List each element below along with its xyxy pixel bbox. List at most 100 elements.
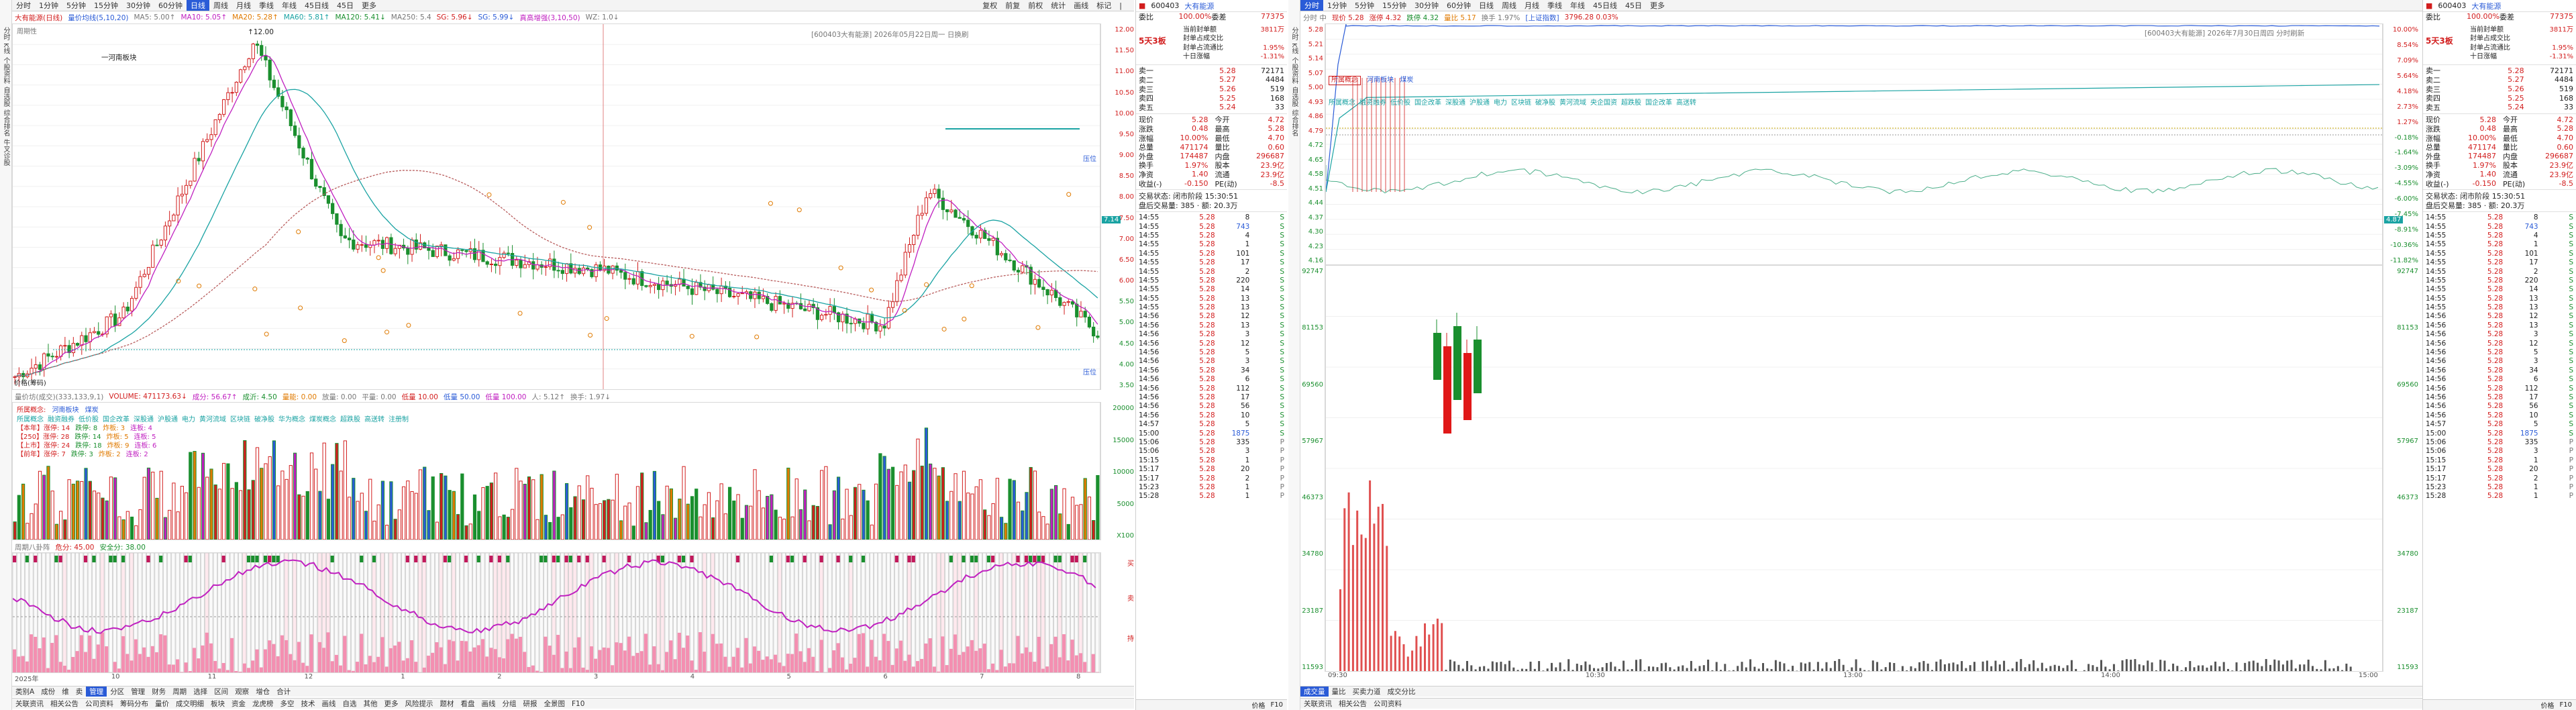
right-bottom-tab-3[interactable]: 成交分比 — [1384, 687, 1419, 697]
left-period-tab-9[interactable]: 季线 — [255, 0, 278, 11]
right-period-tab-10[interactable]: 年线 — [1566, 0, 1589, 11]
right-period-tab-9[interactable]: 季线 — [1543, 0, 1566, 11]
left-toolbar-btn-5[interactable]: 标记 — [1092, 0, 1115, 11]
left-period-tab-7[interactable]: 周线 — [209, 0, 232, 11]
left-bottom-tab-6[interactable]: 管理 — [127, 687, 148, 697]
side-tab-10[interactable]: 自选股 — [1289, 87, 1299, 107]
left-bottom-tab-12[interactable]: 增仓 — [252, 687, 273, 697]
left-bottom2-tab-7[interactable]: 资金 — [228, 699, 249, 709]
right-period-tab-11[interactable]: 45日线 — [1589, 0, 1621, 11]
right-bottom-tab-1[interactable]: 量比 — [1329, 687, 1349, 697]
right-period-tab-12[interactable]: 45日 — [1621, 0, 1646, 11]
left-toolbar-btn-1[interactable]: 前复 — [1001, 0, 1024, 11]
left-bottom2-tab-15[interactable]: 风险提示 — [402, 699, 437, 709]
left-bottom-tab-5[interactable]: 分区 — [107, 687, 127, 697]
left-period-tab-12[interactable]: 45日 — [333, 0, 358, 11]
left-bottom-tab-7[interactable]: 财务 — [148, 687, 169, 697]
left-bottom-tab-10[interactable]: 区间 — [211, 687, 231, 697]
quote-footer-btn[interactable]: F10 — [1271, 701, 1283, 709]
left-period-tab-2[interactable]: 5分钟 — [62, 0, 90, 11]
left-bottom2-tab-20[interactable]: 研报 — [520, 699, 541, 709]
left-bottom-tab-9[interactable]: 选择 — [190, 687, 211, 697]
left-bottom2-tab-6[interactable]: 板块 — [207, 699, 228, 709]
left-bottom2-tab-13[interactable]: 其他 — [360, 699, 381, 709]
right-period-tab-0[interactable]: 分时 — [1300, 0, 1323, 11]
left-period-tab-0[interactable]: 分时 — [12, 0, 35, 11]
side-tab-6[interactable]: 牛叉诊股 — [1, 139, 11, 166]
right-bottom-tab-0[interactable]: 成交量 — [1300, 687, 1329, 697]
quote-footer-btn[interactable]: 价格 — [1252, 700, 1266, 710]
right-period-tab-3[interactable]: 15分钟 — [1378, 0, 1410, 11]
left-bottom-tab-8[interactable]: 周期 — [169, 687, 190, 697]
volume-chart[interactable]: 所属概念: 河南板块 煤炭 所属概念 融资融券 低价股 国企改革 深股通 沪股通 电力 黄河流… — [12, 402, 1100, 540]
left-bottom-tab-11[interactable]: 观察 — [231, 687, 252, 697]
left-period-tab-5[interactable]: 60分钟 — [154, 0, 187, 11]
right-bottom2-tab-2[interactable]: 公司资料 — [1370, 699, 1405, 709]
right-period-tab-5[interactable]: 60分钟 — [1443, 0, 1475, 11]
left-bottom2-tab-22[interactable]: F10 — [568, 700, 588, 708]
left-bottom2-tab-18[interactable]: 画线 — [478, 699, 499, 709]
side-tab-1[interactable]: 分时 — [1, 27, 11, 40]
left-period-tab-10[interactable]: 年线 — [278, 0, 301, 11]
tick-list[interactable]: 14:55 5.28 8 S 14:55 5.28 743 S 14:55 5.28 4 S 14:55… — [1136, 213, 1287, 501]
side-tab-2[interactable]: K线 — [1, 43, 11, 54]
left-period-tab-8[interactable]: 月线 — [232, 0, 255, 11]
left-bottom-tab-4[interactable]: 管理 — [86, 687, 107, 697]
left-period-tab-6[interactable]: 日线 — [187, 0, 209, 11]
right-period-tab-2[interactable]: 5分钟 — [1351, 0, 1378, 11]
kline-chart[interactable]: 周期性 一河南板块 ↑12.00 [600403大有能源] 2026年05月22… — [12, 23, 1100, 390]
left-bottom2-tab-10[interactable]: 技术 — [298, 699, 319, 709]
right-period-tab-1[interactable]: 1分钟 — [1323, 0, 1351, 11]
indicator-chart[interactable] — [12, 552, 1100, 673]
quote-footer-btn[interactable]: F10 — [2560, 701, 2572, 709]
side-tab-3[interactable]: 个股资料 — [1, 57, 11, 84]
left-bottom2-tab-12[interactable]: 自选 — [340, 699, 360, 709]
left-bottom2-tab-19[interactable]: 分组 — [499, 699, 520, 709]
left-period-tab-1[interactable]: 1分钟 — [35, 0, 62, 11]
left-period-tab-4[interactable]: 30分钟 — [122, 0, 154, 11]
left-toolbar-btn-3[interactable]: 统计 — [1047, 0, 1070, 11]
right-period-tab-4[interactable]: 30分钟 — [1410, 0, 1443, 11]
left-bottom2-tab-3[interactable]: 筹码分布 — [117, 699, 152, 709]
left-bottom2-tab-21[interactable]: 全景图 — [541, 699, 569, 709]
left-bottom2-tab-14[interactable]: 更多 — [381, 699, 402, 709]
side-tab-11[interactable]: 综合排名 — [1289, 109, 1299, 136]
left-bottom-tab-2[interactable]: 维 — [58, 687, 72, 697]
left-bottom2-tab-1[interactable]: 相关公告 — [47, 699, 82, 709]
left-period-tab-13[interactable]: 更多 — [358, 0, 380, 11]
right-period-tab-7[interactable]: 周线 — [1498, 0, 1521, 11]
left-bottom2-tab-5[interactable]: 成交明细 — [172, 699, 207, 709]
side-tab-9[interactable]: 个股资料 — [1289, 57, 1299, 84]
left-bottom-tab-0[interactable]: 类别A — [12, 687, 38, 697]
left-bottom-tab-3[interactable]: 卖 — [72, 687, 87, 697]
right-bottom-tab-2[interactable]: 买卖力道 — [1349, 687, 1384, 697]
left-period-tab-11[interactable]: 45日线 — [301, 0, 333, 11]
left-toolbar-btn-2[interactable]: 前权 — [1024, 0, 1047, 11]
right-bottom2-tab-0[interactable]: 关联资讯 — [1300, 699, 1335, 709]
left-bottom2-tab-11[interactable]: 画线 — [319, 699, 340, 709]
side-tab-4[interactable]: 自选股 — [1, 87, 11, 107]
left-bottom2-tab-2[interactable]: 公司资料 — [82, 699, 117, 709]
right-bottom2-tab-1[interactable]: 相关公告 — [1335, 699, 1370, 709]
side-tab-5[interactable]: 综合排名 — [1, 109, 11, 136]
left-bottom2-tab-9[interactable]: 多空 — [277, 699, 298, 709]
minute-volume-chart[interactable] — [1325, 265, 2383, 672]
left-bottom2-tab-8[interactable]: 龙虎榜 — [249, 699, 277, 709]
left-period-tab-3[interactable]: 15分钟 — [90, 0, 122, 11]
left-toolbar-btn-4[interactable]: 画线 — [1070, 0, 1092, 11]
side-tab-8[interactable]: K线 — [1289, 43, 1299, 54]
minute-chart[interactable]: 所属概念 河南板块 煤炭 所属概念 融资融券 低价股 国企改革 深股通 沪股通 电力 区块链破… — [1325, 23, 2383, 265]
left-bottom-tab-1[interactable]: 成份 — [38, 687, 58, 697]
tick-list[interactable]: 14:55 5.28 8 S 14:55 5.28 743 S 14:55 5.28 4 S 14:55… — [2423, 213, 2576, 501]
left-toolbar-btn-6[interactable]: | — [1115, 1, 1126, 10]
quote-footer-btn[interactable]: 价格 — [2541, 700, 2555, 710]
left-bottom2-tab-4[interactable]: 量价 — [152, 699, 172, 709]
left-bottom2-tab-17[interactable]: 看盘 — [458, 699, 478, 709]
side-tab-7[interactable]: 分时 — [1289, 27, 1299, 40]
right-period-tab-6[interactable]: 日线 — [1475, 0, 1498, 11]
right-period-tab-13[interactable]: 更多 — [1646, 0, 1669, 11]
left-bottom-tab-13[interactable]: 合计 — [273, 687, 294, 697]
right-period-tab-8[interactable]: 月线 — [1521, 0, 1543, 11]
left-toolbar-btn-0[interactable]: 复权 — [978, 0, 1001, 11]
left-bottom2-tab-0[interactable]: 关联资讯 — [12, 699, 47, 709]
